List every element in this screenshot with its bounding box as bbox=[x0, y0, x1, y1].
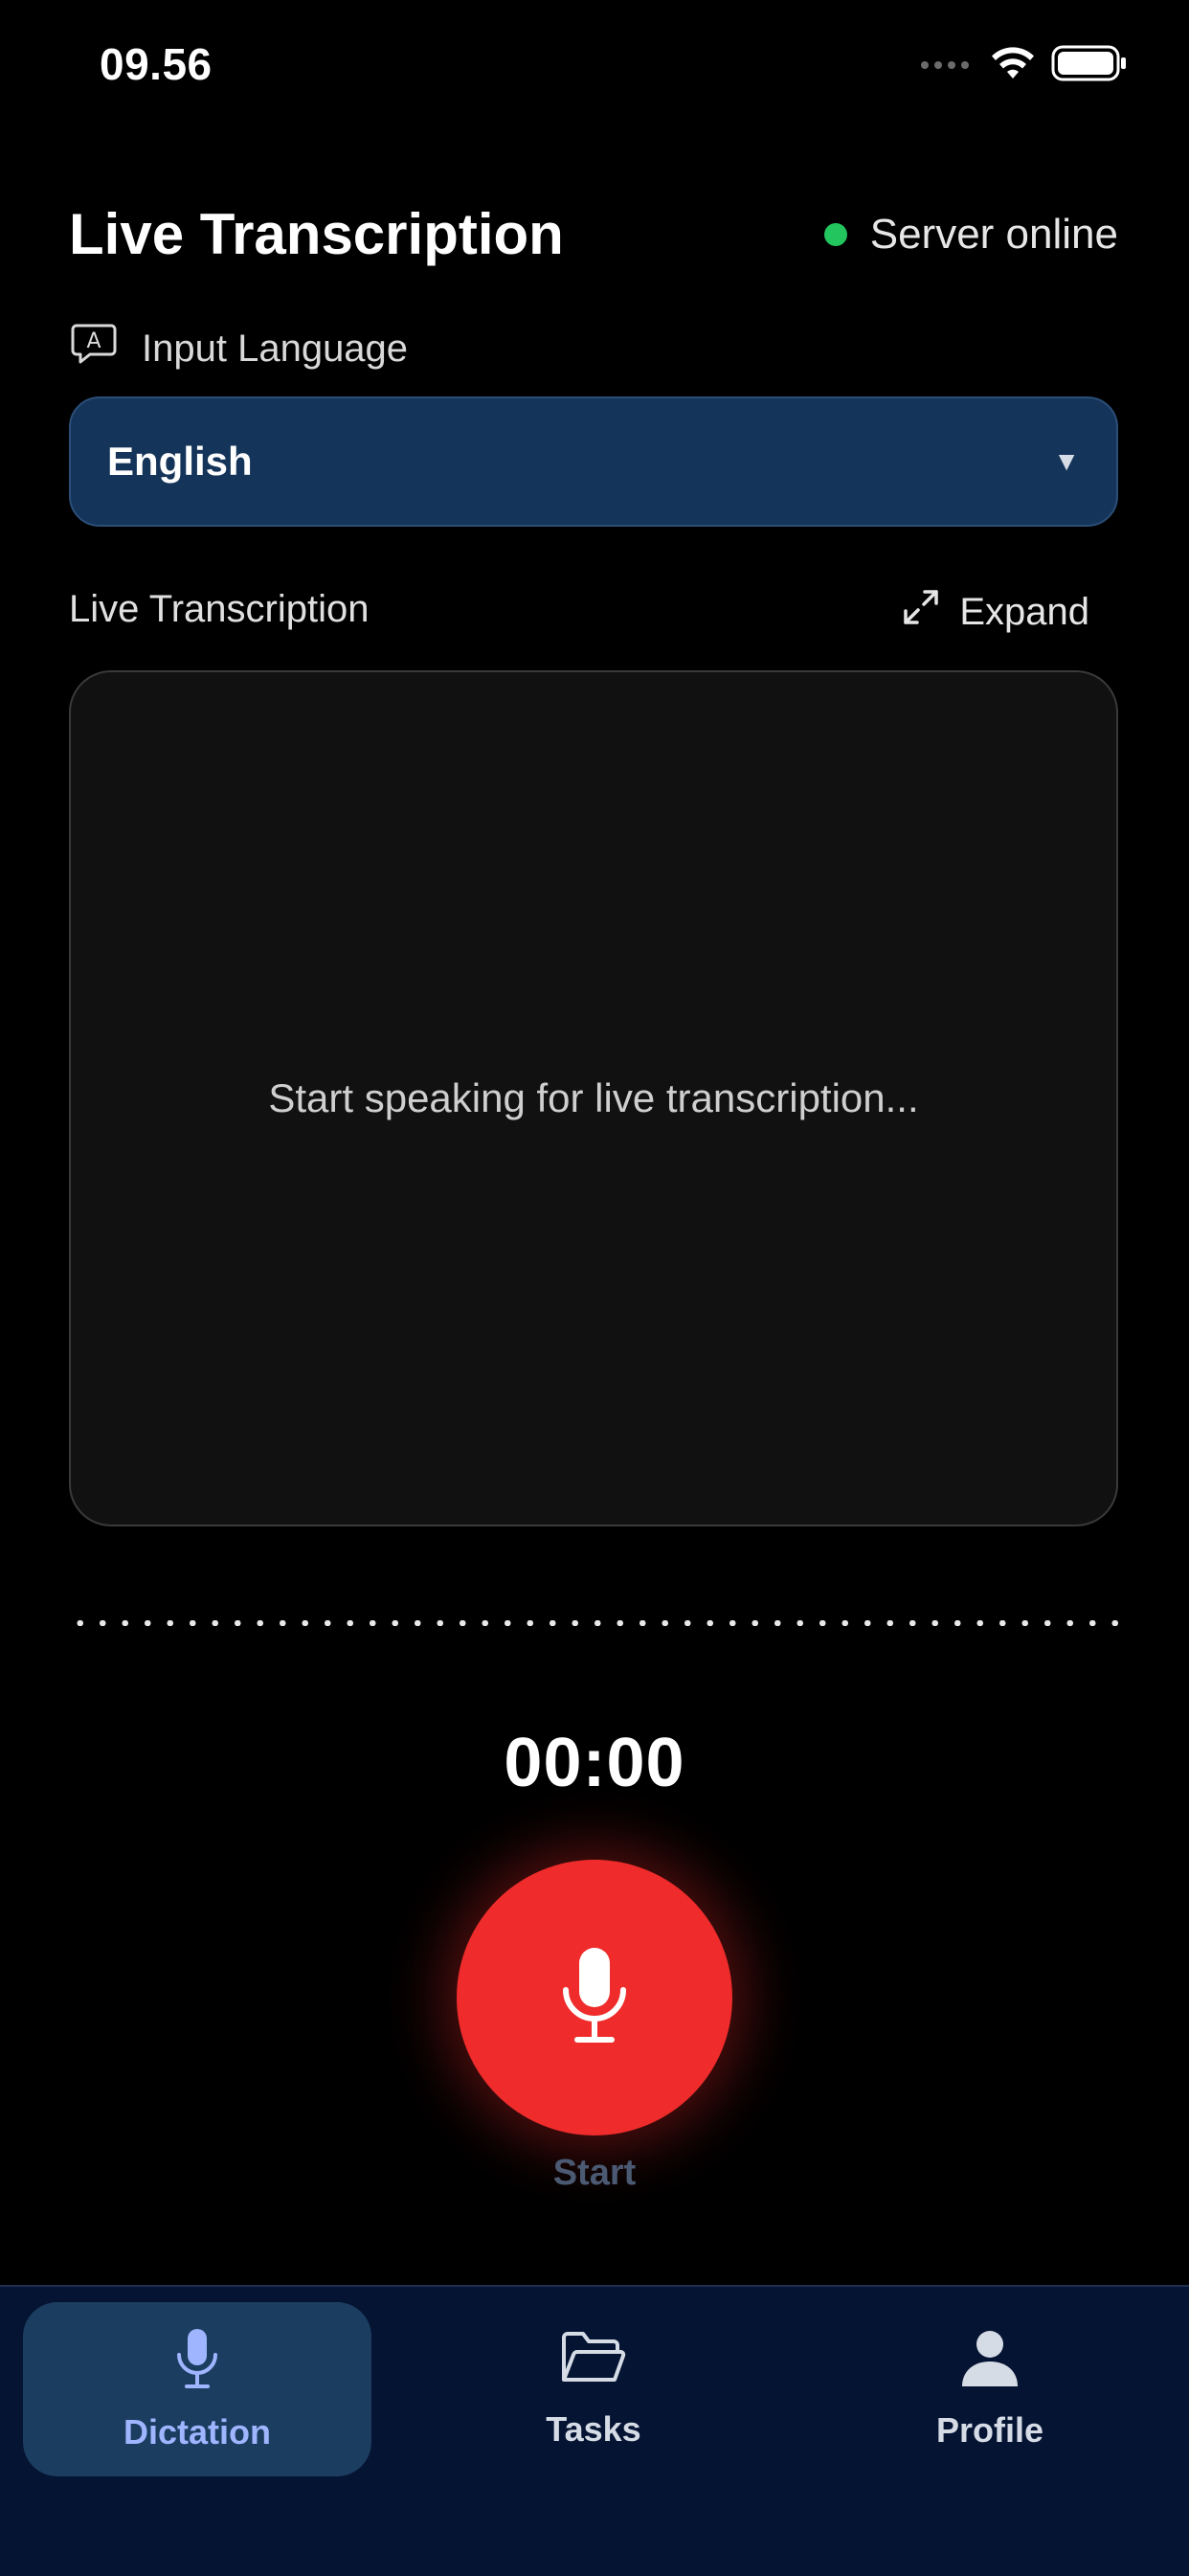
timer: 00:00 bbox=[504, 1725, 685, 1801]
caret-down-icon: ▼ bbox=[1053, 446, 1080, 476]
language-selected-value: English bbox=[107, 439, 253, 484]
expand-button[interactable]: Expand bbox=[902, 588, 1089, 636]
status-dot-icon bbox=[823, 223, 847, 246]
language-select[interactable]: English ▼ bbox=[69, 396, 1118, 527]
nav-label: Profile bbox=[935, 2409, 1044, 2450]
person-icon bbox=[960, 2329, 1020, 2397]
microphone-icon bbox=[174, 2327, 220, 2399]
bottom-nav: Dictation Tasks Profile bbox=[0, 2285, 1189, 2576]
nav-label: Tasks bbox=[546, 2408, 641, 2449]
record-button-label: Start bbox=[552, 2153, 637, 2193]
nav-item-dictation[interactable]: Dictation bbox=[23, 2302, 371, 2476]
signal-icon bbox=[921, 61, 975, 69]
status-time: 09.56 bbox=[100, 39, 213, 89]
language-label: Input Language bbox=[142, 327, 409, 370]
language-icon: A bbox=[71, 322, 117, 375]
server-status: Server online bbox=[823, 211, 1118, 259]
transcription-label: Live Transcription bbox=[69, 588, 370, 630]
svg-text:A: A bbox=[86, 329, 101, 353]
nav-item-tasks[interactable]: Tasks bbox=[419, 2302, 768, 2476]
page-title: Live Transcription bbox=[69, 202, 564, 266]
battery-icon bbox=[1051, 45, 1128, 86]
nav-item-profile[interactable]: Profile bbox=[816, 2302, 1164, 2476]
language-label-row: A Input Language bbox=[71, 322, 408, 375]
transcription-placeholder: Start speaking for live transcription... bbox=[268, 1075, 919, 1120]
folder-icon bbox=[560, 2330, 627, 2396]
status-icons bbox=[921, 45, 1128, 86]
expand-icon bbox=[902, 588, 940, 636]
dotted-divider bbox=[69, 1620, 1118, 1626]
record-button[interactable] bbox=[457, 1860, 732, 2135]
server-status-label: Server online bbox=[869, 211, 1118, 258]
wifi-icon bbox=[990, 46, 1036, 85]
transcription-area[interactable]: Start speaking for live transcription... bbox=[69, 670, 1118, 1526]
microphone-icon bbox=[556, 1944, 633, 2052]
nav-label: Dictation bbox=[123, 2411, 271, 2452]
expand-label: Expand bbox=[959, 590, 1089, 633]
